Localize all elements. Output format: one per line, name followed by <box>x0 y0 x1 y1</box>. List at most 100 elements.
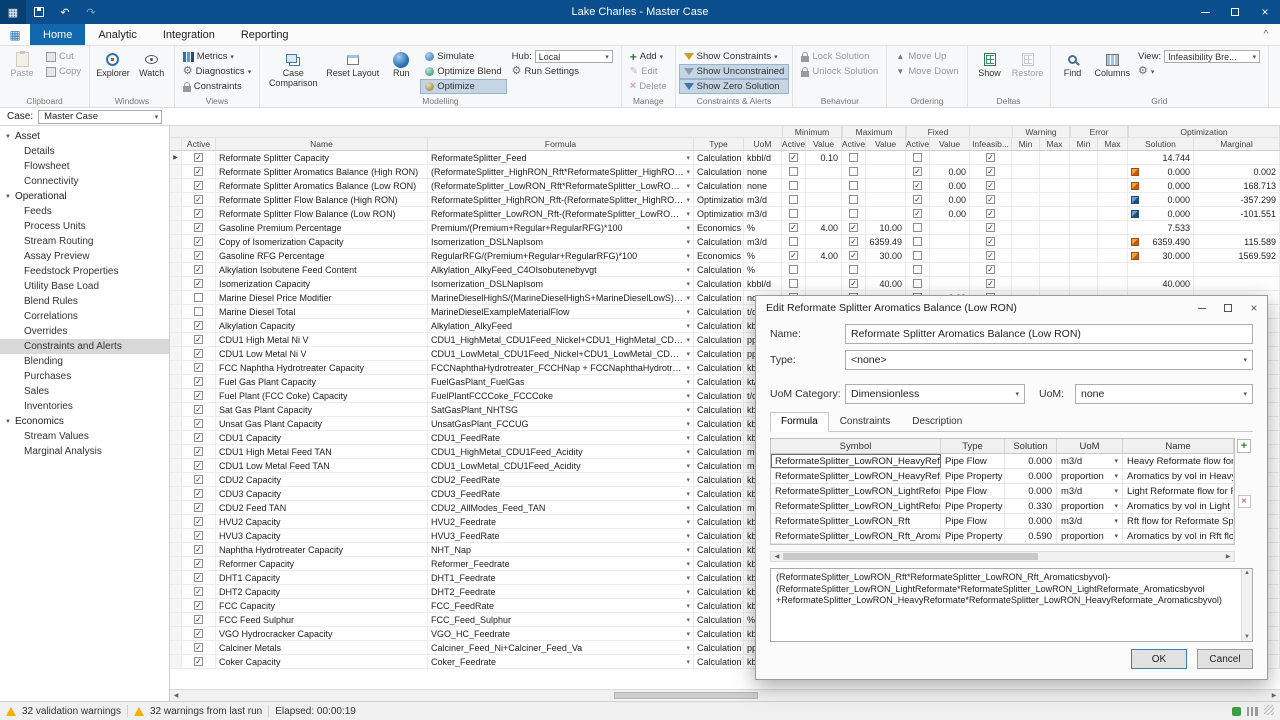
cell-warning-min[interactable] <box>1012 151 1040 164</box>
row-indicator[interactable] <box>170 277 182 290</box>
cell-type[interactable]: Calculation <box>694 361 744 374</box>
cell-formula[interactable]: FuelGasPlant_FuelGas▾ <box>428 375 694 388</box>
checkbox-active[interactable]: ✓ <box>194 237 203 246</box>
find-button[interactable]: Find <box>1054 48 1092 95</box>
name-input[interactable]: Reformate Splitter Aromatics Balance (Lo… <box>845 324 1253 344</box>
grid-column-header-min-13[interactable]: Min <box>1012 138 1040 150</box>
checkbox-active[interactable]: ✓ <box>194 573 203 582</box>
cell-uom[interactable]: m3/d <box>744 207 782 220</box>
cell-formula[interactable]: (ReformateSplitter_LowRON_Rft*ReformateS… <box>428 179 694 192</box>
row-indicator[interactable] <box>170 487 182 500</box>
checkbox-max-active[interactable] <box>849 167 858 176</box>
dialog-tab-description[interactable]: Description <box>901 412 973 431</box>
dialog-tab-constraints[interactable]: Constraints <box>829 412 902 431</box>
row-indicator[interactable] <box>170 193 182 206</box>
horizontal-scrollbar[interactable]: ◀ ▶ <box>170 689 1280 701</box>
dropdown-arrow-icon[interactable]: ▾ <box>686 168 690 176</box>
row-indicator[interactable] <box>170 417 182 430</box>
cell-uom[interactable]: m3/d▾ <box>1057 514 1123 528</box>
tree-section-asset[interactable]: ▼Asset <box>0 129 169 144</box>
sidebar-item-details[interactable]: Details <box>0 144 169 159</box>
dropdown-arrow-icon[interactable]: ▾ <box>686 364 690 372</box>
grid-column-header-solution-17[interactable]: Solution <box>1128 138 1194 150</box>
cell-active[interactable]: ✓ <box>182 613 216 626</box>
cell-formula[interactable]: DHT1_Feedrate▾ <box>428 571 694 584</box>
optimize-blend-button[interactable]: Optimize Blend <box>420 64 506 79</box>
cell-type[interactable]: Pipe Property <box>941 469 1005 483</box>
cell-formula[interactable]: Calciner_Feed_Ni+Calciner_Feed_Va▾ <box>428 641 694 654</box>
checkbox-infeasibility[interactable]: ✓ <box>986 209 995 218</box>
cell-active[interactable]: ✓ <box>182 655 216 668</box>
validation-warnings[interactable]: 32 validation warnings <box>22 706 121 717</box>
cell-max-value[interactable] <box>866 179 906 192</box>
checkbox-fixed-active[interactable] <box>913 223 922 232</box>
checkbox-active[interactable]: ✓ <box>194 629 203 638</box>
checkbox-active[interactable]: ✓ <box>194 601 203 610</box>
dropdown-arrow-icon[interactable]: ▾ <box>686 224 690 232</box>
checkbox-max-active[interactable] <box>849 265 858 274</box>
cell-max-value[interactable] <box>866 207 906 220</box>
checkbox-infeasibility[interactable]: ✓ <box>986 181 995 190</box>
dropdown-arrow-icon[interactable]: ▾ <box>686 378 690 386</box>
cell-formula[interactable]: Alkylation_AlkyFeed▾ <box>428 319 694 332</box>
grid-column-header-marginal-18[interactable]: Marginal <box>1194 138 1280 150</box>
dropdown-arrow-icon[interactable]: ▾ <box>686 434 690 442</box>
scroll-left-icon[interactable]: ◀ <box>170 692 182 699</box>
cell-error-max[interactable] <box>1098 235 1128 248</box>
cell-solution[interactable]: 0.330 <box>1005 499 1057 513</box>
sidebar-item-correlations[interactable]: Correlations <box>0 309 169 324</box>
cell-name[interactable]: Calciner Metals <box>216 641 428 654</box>
cell-formula[interactable]: VGO_HC_Feedrate▾ <box>428 627 694 640</box>
tab-home[interactable]: Home <box>30 24 85 45</box>
checkbox-active[interactable]: ✓ <box>194 209 203 218</box>
cell-name[interactable]: HVU2 Capacity <box>216 515 428 528</box>
vertical-scrollbar[interactable]: ▲ ▼ <box>1241 569 1252 641</box>
sidebar-item-flowsheet[interactable]: Flowsheet <box>0 159 169 174</box>
checkbox-infeasibility[interactable]: ✓ <box>986 195 995 204</box>
checkbox-min-active[interactable]: ✓ <box>789 251 798 260</box>
dropdown-arrow-icon[interactable]: ▾ <box>686 238 690 246</box>
cell-max-active[interactable] <box>842 179 866 192</box>
cell-warning-max[interactable] <box>1040 193 1070 206</box>
run-settings-button[interactable]: ⚙Run Settings <box>507 64 618 79</box>
column-header-uom[interactable]: UoM <box>1057 439 1123 453</box>
grid-column-header-min-15[interactable]: Min <box>1070 138 1098 150</box>
column-header-name[interactable]: Name <box>1123 439 1234 453</box>
checkbox-active[interactable]: ✓ <box>194 559 203 568</box>
case-select[interactable]: Master Case ▾ <box>38 110 162 124</box>
cell-type[interactable]: Economics <box>694 221 744 234</box>
cell-name[interactable]: Aromatics by vol in Light R... <box>1123 499 1234 513</box>
dropdown-arrow-icon[interactable]: ▾ <box>686 280 690 288</box>
dropdown-arrow-icon[interactable]: ▾ <box>686 476 690 484</box>
cell-max-value[interactable] <box>866 165 906 178</box>
sidebar-item-connectivity[interactable]: Connectivity <box>0 174 169 189</box>
cell-solution[interactable]: 0.000 <box>1128 179 1194 192</box>
sidebar-item-blend-rules[interactable]: Blend Rules <box>0 294 169 309</box>
sidebar-item-stream-values[interactable]: Stream Values <box>0 429 169 444</box>
cell-type[interactable]: Calculation <box>694 347 744 360</box>
dropdown-arrow-icon[interactable]: ▾ <box>686 154 690 162</box>
file-menu-button[interactable]: ▦ <box>0 24 30 45</box>
cell-warning-min[interactable] <box>1012 165 1040 178</box>
type-select[interactable]: <none>▾ <box>845 350 1253 370</box>
cell-max-active[interactable] <box>842 207 866 220</box>
cell-active[interactable]: ✓ <box>182 641 216 654</box>
cell-name[interactable]: CDU1 Low Metal Ni V <box>216 347 428 360</box>
cell-max-active[interactable]: ✓ <box>842 221 866 234</box>
add-symbol-button[interactable]: + <box>1237 439 1251 453</box>
optimize-button[interactable]: Optimize <box>420 79 506 94</box>
close-button[interactable]: × <box>1250 0 1280 24</box>
cell-name[interactable]: CDU1 High Metal Ni V <box>216 333 428 346</box>
cell-formula[interactable]: HVU3_FeedRate▾ <box>428 529 694 542</box>
row-indicator[interactable] <box>170 165 182 178</box>
cell-name[interactable]: FCC Feed Sulphur <box>216 613 428 626</box>
grid-column-header-formula-3[interactable]: Formula <box>428 138 694 150</box>
cell-active[interactable]: ✓ <box>182 571 216 584</box>
reset-layout-button[interactable]: Reset Layout <box>323 48 382 95</box>
cell-fixed-active[interactable] <box>906 235 930 248</box>
cell-type[interactable]: Calculation <box>694 319 744 332</box>
cell-name[interactable]: Light Reformate flow for R... <box>1123 484 1234 498</box>
paste-button[interactable]: Paste <box>3 48 41 95</box>
cell-active[interactable]: ✓ <box>182 459 216 472</box>
cell-active[interactable]: ✓ <box>182 263 216 276</box>
